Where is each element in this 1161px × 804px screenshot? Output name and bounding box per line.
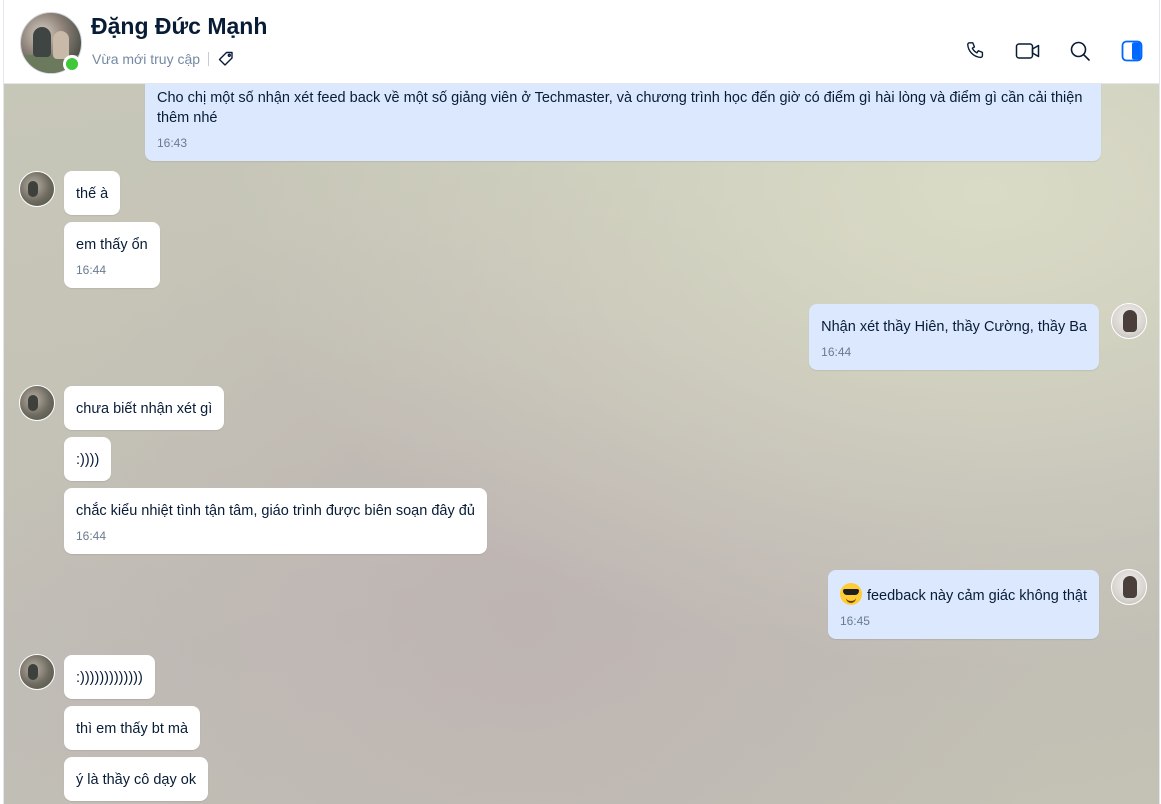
message-bubble-outgoing[interactable]: Nhận xét thầy Hiên, thầy Cường, thầy Ba … xyxy=(809,304,1099,370)
message-text: thì em thấy bt mà xyxy=(76,721,189,737)
sender-avatar[interactable] xyxy=(19,385,55,421)
online-status-dot xyxy=(63,55,81,73)
message-bubble-incoming[interactable]: thì em thấy bt mà xyxy=(64,706,201,750)
message-bubble-incoming[interactable]: thế à xyxy=(64,171,121,215)
message-text: :)))) xyxy=(76,452,100,468)
video-call-icon xyxy=(1015,43,1040,59)
sender-avatar[interactable] xyxy=(19,654,55,690)
tag-icon[interactable] xyxy=(217,50,235,68)
message-bubble-incoming[interactable]: em thấy ổn 16:44 xyxy=(64,222,160,288)
message-time: 16:43 xyxy=(157,136,188,150)
message-text: chắc kiểu nhiệt tình tận tâm, giáo trình… xyxy=(76,503,475,519)
message-text: Nhận xét thầy Hiên, thầy Cường, thầy Ba xyxy=(821,319,1087,335)
message-list[interactable]: Cho chị một số nhận xét feed back về một… xyxy=(4,84,1159,804)
phone-icon xyxy=(967,42,984,59)
message-time: 16:44 xyxy=(76,263,107,277)
message-text: :))))))))))))) xyxy=(76,670,143,686)
contact-name[interactable]: Đặng Đức Mạnh xyxy=(91,13,267,40)
search-messages-button[interactable] xyxy=(1067,38,1093,64)
message-bubble-incoming[interactable]: chưa biết nhận xét gì xyxy=(64,386,225,430)
last-seen-text: Vừa mới truy cập xyxy=(92,51,201,67)
message-text: ý là thầy cô dạy ok xyxy=(76,772,197,788)
my-avatar[interactable] xyxy=(1111,303,1147,339)
message-text: feedback này cảm giác không thật xyxy=(866,588,1087,604)
chat-window: Đặng Đức Mạnh Vừa mới truy cập Cho chị m… xyxy=(3,0,1160,804)
phone-call-button[interactable] xyxy=(963,38,989,64)
message-text: chưa biết nhận xét gì xyxy=(76,401,213,417)
sender-avatar[interactable] xyxy=(19,171,55,207)
message-time: 16:45 xyxy=(839,614,870,628)
video-call-button[interactable] xyxy=(1015,38,1041,64)
header-actions xyxy=(963,38,1145,64)
message-bubble-incoming[interactable]: chắc kiểu nhiệt tình tận tâm, giáo trình… xyxy=(64,488,487,554)
sidebar-toggle-icon xyxy=(1121,40,1143,62)
message-text: Cho chị một số nhận xét feed back về một… xyxy=(157,90,1083,126)
my-avatar[interactable] xyxy=(1111,569,1147,605)
message-time: 16:44 xyxy=(821,345,852,359)
sunglasses-emoji-icon xyxy=(839,583,862,605)
message-bubble-outgoing[interactable]: feedback này cảm giác không thật 16:45 xyxy=(827,570,1099,639)
message-text: thế à xyxy=(76,186,109,202)
message-bubble-outgoing[interactable]: Cho chị một số nhận xét feed back về một… xyxy=(145,84,1101,161)
message-bubble-incoming[interactable]: ý là thầy cô dạy ok xyxy=(64,757,209,801)
message-bubble-incoming[interactable]: :))))))))))))) xyxy=(64,655,155,699)
status-line: Vừa mới truy cập xyxy=(92,50,235,68)
search-icon xyxy=(1070,41,1090,61)
message-time: 16:44 xyxy=(76,529,107,543)
conversation-header: Đặng Đức Mạnh Vừa mới truy cập xyxy=(4,0,1159,84)
message-text: em thấy ổn xyxy=(76,237,148,253)
conversation-info-toggle[interactable] xyxy=(1119,38,1145,64)
status-divider xyxy=(208,52,210,66)
message-bubble-incoming[interactable]: :)))) xyxy=(64,437,112,481)
